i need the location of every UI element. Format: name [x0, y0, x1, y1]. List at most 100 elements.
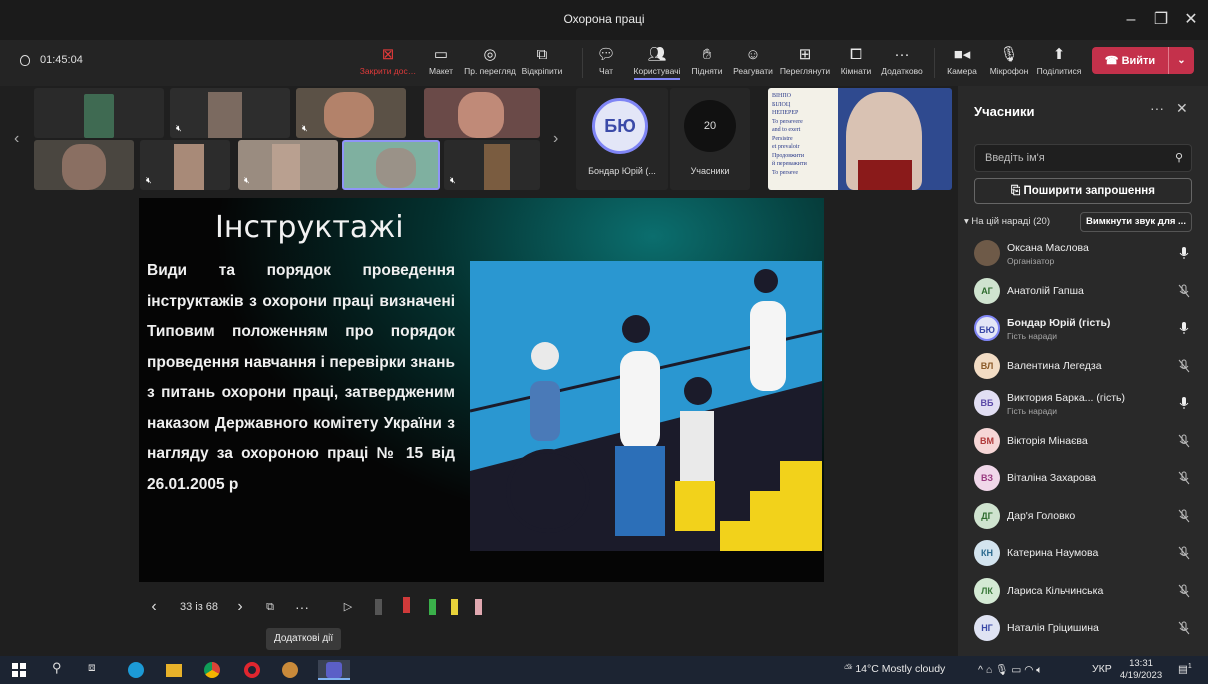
notification-icon[interactable]: ▤1	[1178, 663, 1192, 676]
pointer-icon[interactable]: ▷	[337, 592, 359, 622]
teams-icon[interactable]	[318, 660, 350, 680]
search-icon[interactable]: ⚲	[52, 660, 74, 680]
view-button[interactable]: ⊞ Переглянути	[778, 44, 832, 84]
weather-widget[interactable]: ⛅︎ 14°C Mostly cloudy	[844, 663, 945, 676]
video-tile[interactable]: 🔇︎	[140, 140, 230, 190]
more-actions-button[interactable]: ···	[289, 592, 315, 622]
video-tile[interactable]	[34, 88, 164, 138]
people-button[interactable]: 👥︎ Користувачі	[630, 44, 684, 84]
participants-count: 20	[684, 100, 736, 152]
react-button[interactable]: ☺ Реагувати	[730, 44, 776, 84]
chevron-left-icon[interactable]: ‹	[14, 130, 19, 148]
chevron-right-icon[interactable]: ›	[553, 130, 558, 148]
video-tile[interactable]: 🔇︎	[296, 88, 406, 138]
popout-button[interactable]: ⧉ Відкріпити	[512, 44, 572, 84]
title-bar: Охорона праці – ❐ ✕	[0, 0, 1208, 40]
mic-off-icon: 🔇︎	[146, 175, 152, 185]
edge-icon[interactable]	[128, 660, 150, 680]
prev-slide-button[interactable]: ‹	[145, 592, 163, 622]
video-tile[interactable]	[34, 140, 134, 190]
participant-avatar: ВЗ	[974, 465, 1000, 491]
language-indicator[interactable]: УКР	[1092, 663, 1112, 675]
participant-row[interactable]: ДГ Дар'я Головко	[974, 499, 1192, 535]
mic-off-icon	[1178, 359, 1190, 373]
clock[interactable]: 13:31 4/19/2023	[1116, 658, 1166, 682]
timer-text: 01:45:04	[40, 54, 83, 66]
close-window-button[interactable]: ✕	[1178, 8, 1204, 32]
task-view-icon[interactable]: ⧈	[88, 660, 110, 680]
presenter-tile[interactable]: БЮ Бондар Юрій (...	[576, 88, 668, 190]
windows-taskbar: ⚲ ⧈ ⛅︎ 14°C Mostly cloudy ^ ⌂ 🎙︎ ▭ ◠ 🔈︎ …	[0, 656, 1208, 684]
slide-page-indicator: 33 із 68	[179, 601, 219, 613]
slides-grid-icon[interactable]: ⧉	[259, 592, 281, 622]
mute-all-button[interactable]: Вимкнути звук для ...	[1080, 212, 1192, 232]
mic-button[interactable]: 🎙︎ Мікрофон	[986, 44, 1032, 84]
rooms-icon: ⧠	[849, 46, 862, 63]
file-explorer-icon[interactable]	[166, 660, 188, 680]
layout-button[interactable]: ▭ Макет	[424, 44, 458, 84]
participants-count-tile[interactable]: 20 Учасники	[670, 88, 750, 190]
camera-button[interactable]: ■◂ Камера	[944, 44, 980, 84]
video-tile[interactable]	[424, 88, 540, 138]
participant-name: Дар'я Головко	[1007, 509, 1076, 522]
participant-row[interactable]: Оксана Маслова Організатор	[974, 236, 1192, 272]
pen-black-icon[interactable]	[369, 592, 387, 622]
chrome-profile-icon[interactable]	[282, 660, 304, 680]
pen-green-icon[interactable]	[423, 592, 441, 622]
participant-name: Катерина Наумова	[1007, 547, 1099, 559]
participant-row[interactable]: ВЗ Віталіна Захарова	[974, 461, 1192, 497]
participant-avatar: БЮ	[974, 315, 1000, 341]
participant-row[interactable]: БЮ Бондар Юрій (гість) Гість наради	[974, 311, 1192, 347]
panel-more-icon[interactable]: ···	[1150, 100, 1164, 116]
opera-icon[interactable]	[244, 660, 266, 680]
highlighter-yellow-icon[interactable]	[445, 592, 463, 622]
video-tile[interactable]: 🔇︎	[170, 88, 290, 138]
leave-button[interactable]: ☎ Вийти ⌄	[1092, 47, 1194, 74]
chat-button[interactable]: 💬︎ Чат	[592, 44, 620, 84]
participant-avatar: ДГ	[974, 502, 1000, 529]
mic-off-icon	[1178, 284, 1190, 298]
organizer-video[interactable]: ВІНПО БІЛОЦ НЕПЕРЕР To persevere and to exer…	[768, 88, 952, 190]
participant-name: Вікторія Мінаєва	[1007, 434, 1088, 447]
chrome-icon[interactable]	[204, 660, 226, 680]
eraser-icon[interactable]	[469, 592, 487, 622]
participant-row[interactable]: ВМ Вікторія Мінаєва	[974, 424, 1192, 460]
windows-start-icon[interactable]	[12, 660, 34, 680]
participant-row[interactable]: АГ Анатолій Гапша	[974, 274, 1192, 310]
share-invite-button[interactable]: ⎘ Поширити запрошення	[974, 178, 1192, 204]
participant-row[interactable]: ВБ Виктория Барка... (гість) Гість наради	[974, 386, 1192, 422]
in-meeting-toggle[interactable]: ▾ На цій нараді (20)	[964, 216, 1050, 227]
window-title: Охорона праці	[563, 12, 645, 26]
mic-off-icon	[1178, 471, 1190, 485]
participant-search-input[interactable]: Введіть ім'я ⚲	[974, 144, 1192, 172]
mic-icon: 🎙︎	[999, 46, 1019, 63]
rooms-button[interactable]: ⧠ Кімнати	[836, 44, 876, 84]
participant-row[interactable]: КН Катерина Наумова	[974, 536, 1192, 572]
share-icon: ⬆	[1052, 46, 1066, 63]
more-button[interactable]: ··· Додатково	[878, 44, 926, 84]
share-button[interactable]: ⬆ Поділитися	[1034, 44, 1084, 84]
pen-red-icon[interactable]	[395, 592, 417, 622]
video-tile[interactable]: 🔇︎	[444, 140, 540, 190]
participant-row[interactable]: ЛК Лариса Кільчинська	[974, 574, 1192, 610]
popout-icon: ⧉	[536, 46, 548, 63]
participant-row[interactable]: НГ Наталія Гріцишина	[974, 611, 1192, 647]
tray-icons[interactable]: ^ ⌂ 🎙︎ ▭ ◠ 🔈︎	[978, 663, 1043, 677]
maximize-button[interactable]: ❐	[1148, 8, 1174, 32]
video-tile[interactable]: 🔇︎	[238, 140, 338, 190]
panel-close-icon[interactable]: ✕	[1176, 100, 1188, 117]
raise-hand-button[interactable]: ✋︎ Підняти	[688, 44, 726, 84]
next-slide-button[interactable]: ›	[231, 592, 249, 622]
participant-avatar	[974, 240, 1000, 266]
mic-off-icon	[1178, 509, 1190, 523]
leave-dropdown[interactable]: ⌄	[1168, 47, 1194, 74]
participant-row[interactable]: ВЛ Валентина Легедза	[974, 349, 1192, 385]
video-tile-active-speaker[interactable]	[342, 140, 440, 190]
camera-icon: ■◂	[953, 46, 971, 63]
panel-title: Учасники	[974, 104, 1035, 119]
mic-on-icon	[1178, 246, 1190, 260]
stop-sharing-button[interactable]: ⊠ Закрити дос…	[358, 44, 418, 84]
preview-button[interactable]: ◎ Пр. перегляд	[462, 44, 518, 84]
phone-icon: ☎	[1104, 55, 1122, 67]
minimize-button[interactable]: –	[1118, 8, 1144, 32]
